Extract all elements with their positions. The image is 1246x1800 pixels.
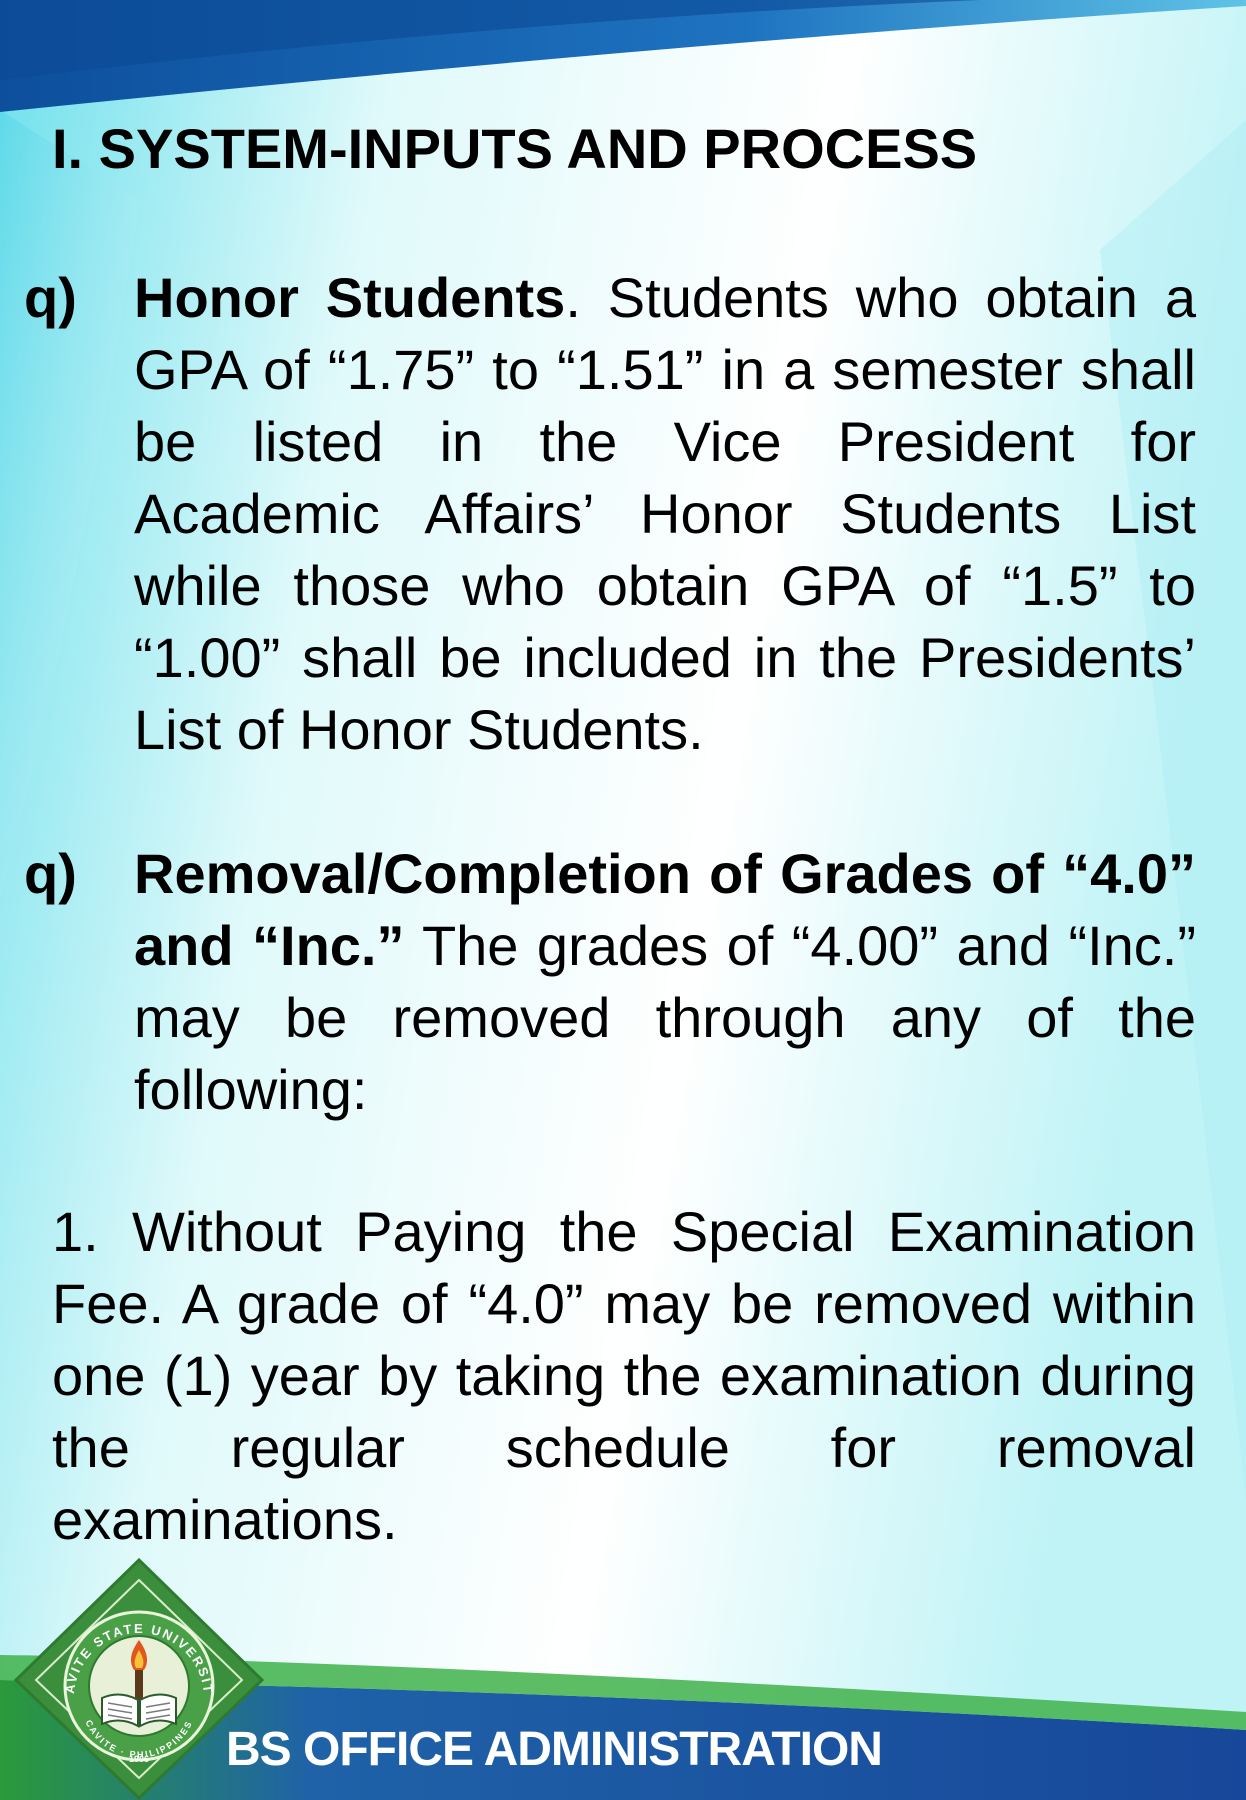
item-heading: Honor Students: [134, 266, 566, 329]
slide-title: I. SYSTEM-INPUTS AND PROCESS: [52, 117, 978, 180]
item-body: Students who obtain a GPA of “1.75” to “…: [134, 266, 1196, 761]
slide-content: I. SYSTEM-INPUTS AND PROCESS q) Honor St…: [0, 0, 1246, 1800]
list-marker: q): [24, 842, 77, 905]
list-item-removal-of-grades: q) Removal/Completion of Grades of “4.0”…: [24, 838, 1196, 1126]
item-heading-suffix: .: [565, 266, 581, 329]
program-name-label: BS OFFICE ADMINISTRATION: [226, 1723, 883, 1776]
seal-year: 1906: [129, 1754, 149, 1764]
list-item-text: Honor Students. Students who obtain a GP…: [134, 262, 1196, 766]
list-item-text: Removal/Completion of Grades of “4.0” an…: [134, 838, 1196, 1126]
list-marker: q): [24, 266, 77, 329]
sub-item-without-paying-fee: 1. Without Paying the Special Examinatio…: [52, 1200, 1196, 1551]
list-item-honor-students: q) Honor Students. Students who obtain a…: [24, 262, 1196, 766]
